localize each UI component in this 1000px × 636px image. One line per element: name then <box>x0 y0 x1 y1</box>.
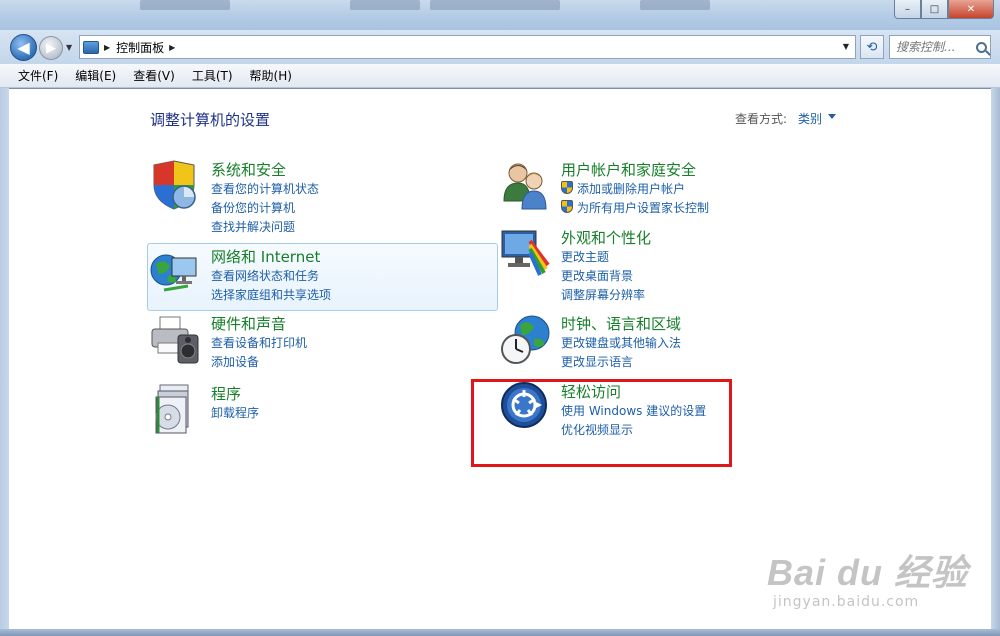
search-box[interactable] <box>889 35 991 59</box>
menu-help[interactable]: 帮助(H) <box>250 67 292 84</box>
search-input[interactable] <box>896 40 974 54</box>
monitor-palette-icon <box>501 230 550 276</box>
close-button[interactable]: ✕ <box>948 0 994 19</box>
blurred-taskbar-item <box>140 0 230 10</box>
blurred-taskbar-item <box>640 0 710 10</box>
search-icon[interactable] <box>976 41 987 53</box>
navigation-bar: ◀ ▶ ▼ ▶ 控制面板 ▶ ▼ ⟲ <box>0 30 1000 64</box>
category-title[interactable]: 网络和 Internet <box>211 246 320 267</box>
uac-shield-icon <box>561 181 573 194</box>
menu-edit[interactable]: 编辑(E) <box>75 67 116 84</box>
category-title[interactable]: 程序 <box>211 383 241 404</box>
category-link[interactable]: 选择家庭组和共享选项 <box>211 286 331 303</box>
maximize-button[interactable]: □ <box>921 0 948 19</box>
breadcrumb-control-panel[interactable]: 控制面板 <box>116 39 164 56</box>
category-appearance: 外观和个性化 更改主题 更改桌面背景 调整屏幕分辨率 <box>500 227 820 302</box>
category-network-internet: 网络和 Internet 查看网络状态和任务 选择家庭组和共享选项 <box>150 246 470 306</box>
category-link[interactable]: 卸载程序 <box>211 404 259 421</box>
recent-pages-dropdown[interactable]: ▼ <box>66 43 72 52</box>
category-title[interactable]: 外观和个性化 <box>561 227 651 248</box>
category-title[interactable]: 系统和安全 <box>211 159 286 180</box>
printer-speaker-icon <box>151 316 199 364</box>
shield-pie-icon <box>153 160 196 210</box>
uac-shield-icon <box>561 200 573 213</box>
category-title[interactable]: 用户帐户和家庭安全 <box>561 159 696 180</box>
forward-button[interactable]: ▶ <box>39 36 63 60</box>
watermark-url: jingyan.baidu.com <box>773 594 920 610</box>
menu-view[interactable]: 查看(V) <box>133 67 175 84</box>
category-link[interactable]: 备份您的计算机 <box>211 199 295 216</box>
network-globe-icon <box>150 254 197 292</box>
window-controls: – □ ✕ <box>894 0 994 19</box>
breadcrumb-separator[interactable]: ▶ <box>169 43 175 52</box>
annotation-highlight-box <box>471 379 732 467</box>
blurred-taskbar-item <box>350 0 420 10</box>
category-title[interactable]: 硬件和声音 <box>211 313 286 334</box>
category-link[interactable]: 添加或删除用户帐户 <box>577 180 685 197</box>
category-link[interactable]: 更改桌面背景 <box>561 267 633 284</box>
category-link[interactable]: 查看您的计算机状态 <box>211 180 319 197</box>
control-panel-content: 调整计算机的设置 查看方式: 类别 系统和安全 查看您的计算机状态 备份您的计算… <box>9 89 991 629</box>
view-by-dropdown[interactable]: 类别 <box>798 110 822 127</box>
users-icon <box>503 163 547 210</box>
baidu-jingyan-watermark: Bai du 经验 jingyan.baidu.com <box>767 544 968 610</box>
control-panel-icon <box>83 40 99 54</box>
page-title: 调整计算机的设置 <box>150 111 271 129</box>
refresh-button[interactable]: ⟲ <box>860 35 884 59</box>
category-user-accounts: 用户帐户和家庭安全 添加或删除用户帐户 为所有用户设置家长控制 <box>500 159 820 219</box>
chevron-down-icon[interactable] <box>828 114 836 119</box>
category-hardware-sound: 硬件和声音 查看设备和打印机 添加设备 <box>150 313 470 373</box>
programs-disc-icon <box>155 384 189 434</box>
category-link[interactable]: 更改显示语言 <box>561 353 633 370</box>
category-link[interactable]: 查找并解决问题 <box>211 218 295 235</box>
category-clock-language-region: 时钟、语言和区域 更改键盘或其他输入法 更改显示语言 <box>500 313 820 373</box>
address-dropdown-icon[interactable]: ▼ <box>843 42 849 51</box>
category-link[interactable]: 添加设备 <box>211 353 259 370</box>
menu-file[interactable]: 文件(F) <box>18 67 58 84</box>
back-button[interactable]: ◀ <box>10 34 37 61</box>
category-link[interactable]: 查看网络状态和任务 <box>211 267 319 284</box>
menu-bar: 文件(F) 编辑(E) 查看(V) 工具(T) 帮助(H) <box>0 64 1000 88</box>
category-link[interactable]: 更改主题 <box>561 248 609 265</box>
category-programs: 程序 卸载程序 <box>150 383 470 434</box>
category-link[interactable]: 为所有用户设置家长控制 <box>577 199 709 216</box>
watermark-logo-text: Bai du 经验 <box>767 552 969 593</box>
category-link[interactable]: 调整屏幕分辨率 <box>561 286 645 303</box>
blurred-taskbar-item <box>430 0 560 10</box>
category-link[interactable]: 更改键盘或其他输入法 <box>561 334 681 351</box>
minimize-button[interactable]: – <box>894 0 921 19</box>
category-title[interactable]: 时钟、语言和区域 <box>561 313 681 334</box>
clock-globe-icon <box>501 315 550 364</box>
window-border-left <box>0 88 9 629</box>
title-bar: – □ ✕ <box>0 0 1000 30</box>
window-border-right <box>991 88 1000 629</box>
address-bar[interactable]: ▶ 控制面板 ▶ ▼ <box>79 35 856 59</box>
category-link[interactable]: 查看设备和打印机 <box>211 334 307 351</box>
category-system-security: 系统和安全 查看您的计算机状态 备份您的计算机 查找并解决问题 <box>150 159 470 234</box>
menu-tools[interactable]: 工具(T) <box>192 67 233 84</box>
window-border-bottom <box>0 629 1000 636</box>
view-by-label: 查看方式: <box>735 112 788 126</box>
breadcrumb-separator[interactable]: ▶ <box>104 43 110 52</box>
